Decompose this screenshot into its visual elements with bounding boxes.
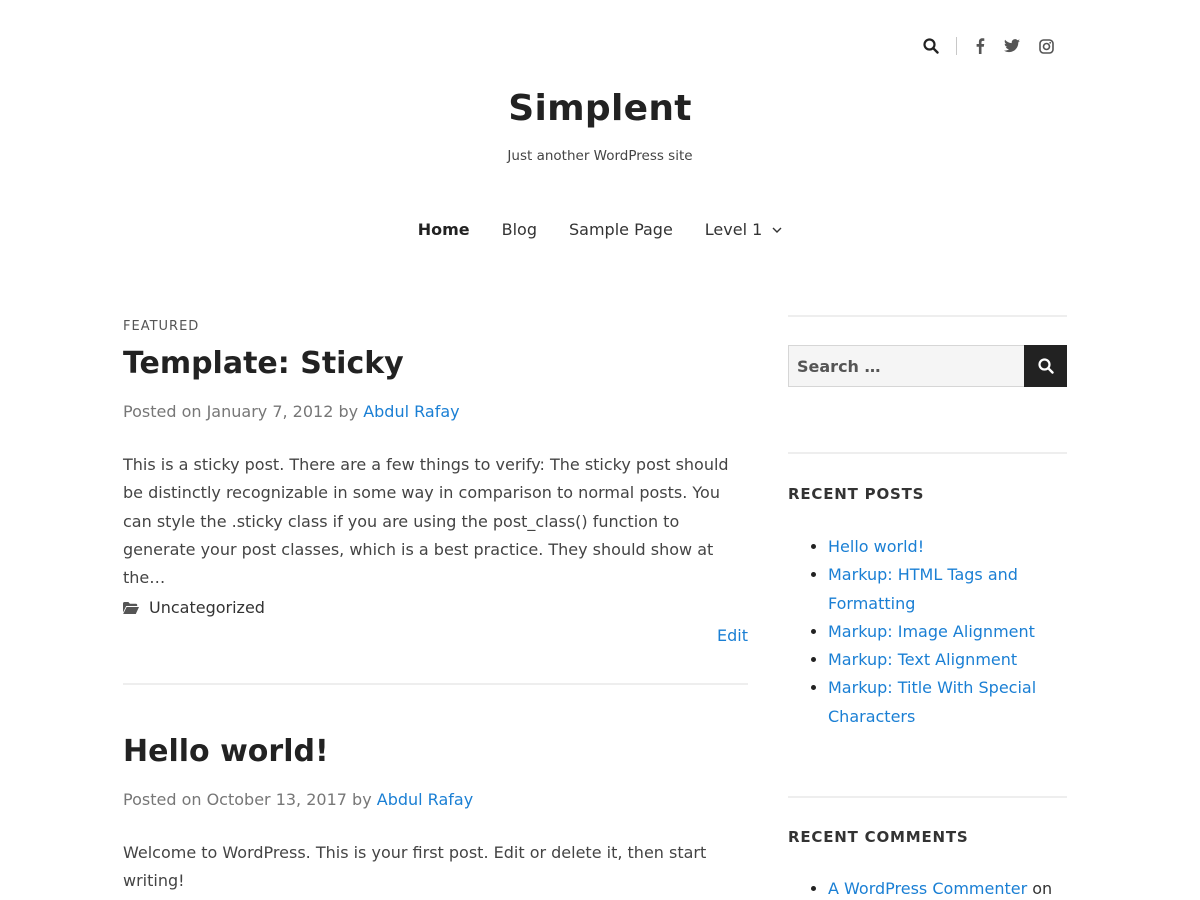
nav-item-label: Home bbox=[417, 220, 470, 239]
search-icon bbox=[1037, 358, 1054, 374]
search-button[interactable] bbox=[1024, 345, 1067, 387]
nav-item-level-1[interactable]: Level 1 bbox=[689, 219, 799, 241]
post-date: Posted on January 7, 2012 by bbox=[123, 402, 364, 421]
category-link[interactable]: Uncategorized bbox=[149, 598, 265, 617]
social-bar bbox=[920, 34, 1057, 58]
post-excerpt: This is a sticky post. There are a few t… bbox=[123, 455, 729, 588]
comment-suffix: on bbox=[1027, 879, 1053, 898]
edit-link[interactable]: Edit bbox=[717, 626, 748, 645]
recent-comments-title: RECENT COMMENTS bbox=[788, 828, 969, 846]
instagram-icon[interactable] bbox=[1035, 35, 1057, 57]
recent-post-link[interactable]: Markup: Title With Special Characters bbox=[828, 678, 1036, 725]
post-title[interactable]: Hello world! bbox=[123, 734, 329, 769]
nav-item-label: Level 1 bbox=[704, 220, 763, 239]
recent-post-link[interactable]: Markup: Text Alignment bbox=[828, 650, 1017, 669]
widget-divider bbox=[788, 315, 1067, 317]
recent-post-link[interactable]: Markup: HTML Tags and Formatting bbox=[828, 565, 1018, 612]
search-icon[interactable] bbox=[920, 35, 942, 57]
search-form bbox=[788, 345, 1067, 387]
recent-post-link[interactable]: Hello world! bbox=[828, 537, 924, 556]
site-description: Just another WordPress site bbox=[507, 148, 693, 164]
recent-posts-list: Hello world! Markup: HTML Tags and Forma… bbox=[788, 533, 1067, 731]
post-excerpt: Welcome to WordPress. This is your first… bbox=[123, 843, 707, 891]
recent-comments-list: A WordPress Commenter on bbox=[788, 875, 1067, 900]
nav-item-sample-page[interactable]: Sample Page bbox=[553, 219, 689, 241]
list-item: Markup: Text Alignment bbox=[828, 646, 1067, 674]
post-date: Posted on October 13, 2017 by bbox=[123, 790, 377, 809]
comment-author-link[interactable]: A WordPress Commenter bbox=[828, 879, 1027, 898]
post-title[interactable]: Template: Sticky bbox=[123, 346, 404, 381]
post-categories: Uncategorized bbox=[123, 598, 265, 617]
post-divider bbox=[123, 683, 748, 685]
search-input[interactable] bbox=[788, 345, 1024, 387]
widget-divider bbox=[788, 796, 1067, 798]
post-meta: Posted on January 7, 2012 by Abdul Rafay bbox=[123, 402, 460, 421]
list-item: A WordPress Commenter on bbox=[828, 875, 1067, 900]
recent-post-link[interactable]: Markup: Image Alignment bbox=[828, 622, 1035, 641]
list-item: Hello world! bbox=[828, 533, 1067, 561]
widget-divider bbox=[788, 452, 1067, 454]
post-author-link[interactable]: Abdul Rafay bbox=[377, 790, 473, 809]
post-meta: Posted on October 13, 2017 by Abdul Rafa… bbox=[123, 790, 473, 809]
nav-item-label: Sample Page bbox=[568, 220, 673, 239]
twitter-icon[interactable] bbox=[1001, 35, 1023, 57]
featured-label: FEATURED bbox=[123, 319, 200, 334]
post-author-link[interactable]: Abdul Rafay bbox=[363, 402, 459, 421]
nav-item-home[interactable]: Home bbox=[402, 219, 486, 241]
main-navigation: Home Blog Sample Page Level 1 bbox=[0, 219, 1200, 241]
facebook-icon[interactable] bbox=[969, 35, 991, 57]
separator bbox=[956, 37, 957, 55]
site-title[interactable]: Simplent bbox=[0, 88, 1200, 129]
list-item: Markup: Image Alignment bbox=[828, 618, 1067, 646]
recent-posts-title: RECENT POSTS bbox=[788, 485, 925, 503]
list-item: Markup: HTML Tags and Formatting bbox=[828, 561, 1067, 618]
nav-item-label: Blog bbox=[501, 220, 537, 239]
nav-item-blog[interactable]: Blog bbox=[486, 219, 553, 241]
list-item: Markup: Title With Special Characters bbox=[828, 674, 1067, 731]
chevron-down-icon[interactable] bbox=[772, 227, 782, 233]
folder-icon bbox=[123, 601, 139, 614]
